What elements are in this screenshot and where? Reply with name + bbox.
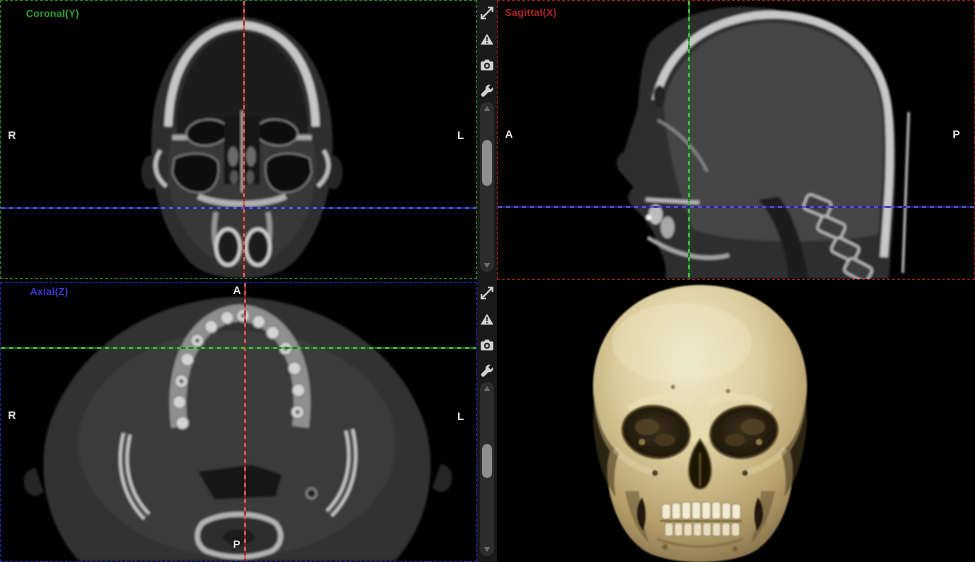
sagittal-orientation-anterior-marker: A bbox=[505, 129, 513, 141]
scroll-up-icon[interactable] bbox=[484, 106, 490, 111]
snapshot-icon[interactable] bbox=[477, 52, 497, 78]
axial-orientation-left-marker: L bbox=[457, 411, 464, 423]
coronal-slice-scrollbar[interactable] bbox=[480, 102, 494, 272]
axial-scrollbar-thumb[interactable] bbox=[482, 444, 492, 478]
axial-crosshair-coronal-line[interactable] bbox=[1, 347, 476, 349]
axial-orientation-right-marker: R bbox=[8, 410, 16, 422]
bottom-toolbar-strip bbox=[477, 280, 497, 562]
sagittal-orientation-posterior-marker: P bbox=[953, 129, 960, 141]
axial-orientation-anterior-marker: A bbox=[233, 285, 241, 297]
coronal-orientation-left-marker: L bbox=[457, 130, 464, 142]
axial-orientation-posterior-marker: P bbox=[233, 539, 240, 551]
skull-3d-rendering bbox=[497, 281, 975, 562]
coronal-crosshair-axial-line[interactable] bbox=[1, 207, 476, 209]
coronal-orientation-right-marker: R bbox=[8, 130, 16, 142]
cbct-viewer: Coronal(Y) R L bbox=[0, 0, 975, 562]
coronal-scrollbar-thumb[interactable] bbox=[482, 140, 492, 186]
sagittal-ct-image bbox=[498, 1, 974, 279]
axial-viewport[interactable]: Axial(Z) A P R L bbox=[0, 282, 477, 562]
axial-ct-image bbox=[1, 283, 476, 561]
axial-crosshair-sagittal-line[interactable] bbox=[244, 283, 246, 561]
scroll-down-icon[interactable] bbox=[484, 263, 490, 268]
scroll-up-icon[interactable] bbox=[484, 386, 490, 391]
sagittal-view-label: Sagittal(X) bbox=[505, 8, 557, 19]
wrench-icon[interactable] bbox=[477, 78, 497, 104]
expand-icon[interactable] bbox=[477, 280, 497, 306]
coronal-view-label: Coronal(Y) bbox=[26, 9, 79, 20]
warning-icon[interactable] bbox=[477, 26, 497, 52]
expand-icon[interactable] bbox=[477, 0, 497, 26]
top-toolbar-strip bbox=[477, 0, 497, 280]
axial-slice-scrollbar[interactable] bbox=[480, 382, 494, 556]
warning-icon[interactable] bbox=[477, 306, 497, 332]
wrench-icon[interactable] bbox=[477, 358, 497, 384]
volume-3d-viewport[interactable] bbox=[497, 281, 975, 562]
scroll-down-icon[interactable] bbox=[484, 547, 490, 552]
axial-view-label: Axial(Z) bbox=[30, 287, 68, 298]
coronal-ct-image bbox=[1, 1, 476, 278]
sagittal-crosshair-axial-line[interactable] bbox=[498, 206, 974, 208]
snapshot-icon[interactable] bbox=[477, 332, 497, 358]
sagittal-crosshair-coronal-line[interactable] bbox=[688, 1, 690, 279]
coronal-crosshair-sagittal-line[interactable] bbox=[243, 1, 245, 278]
sagittal-viewport[interactable]: Sagittal(X) A P bbox=[497, 0, 975, 280]
coronal-viewport[interactable]: Coronal(Y) R L bbox=[0, 0, 477, 279]
